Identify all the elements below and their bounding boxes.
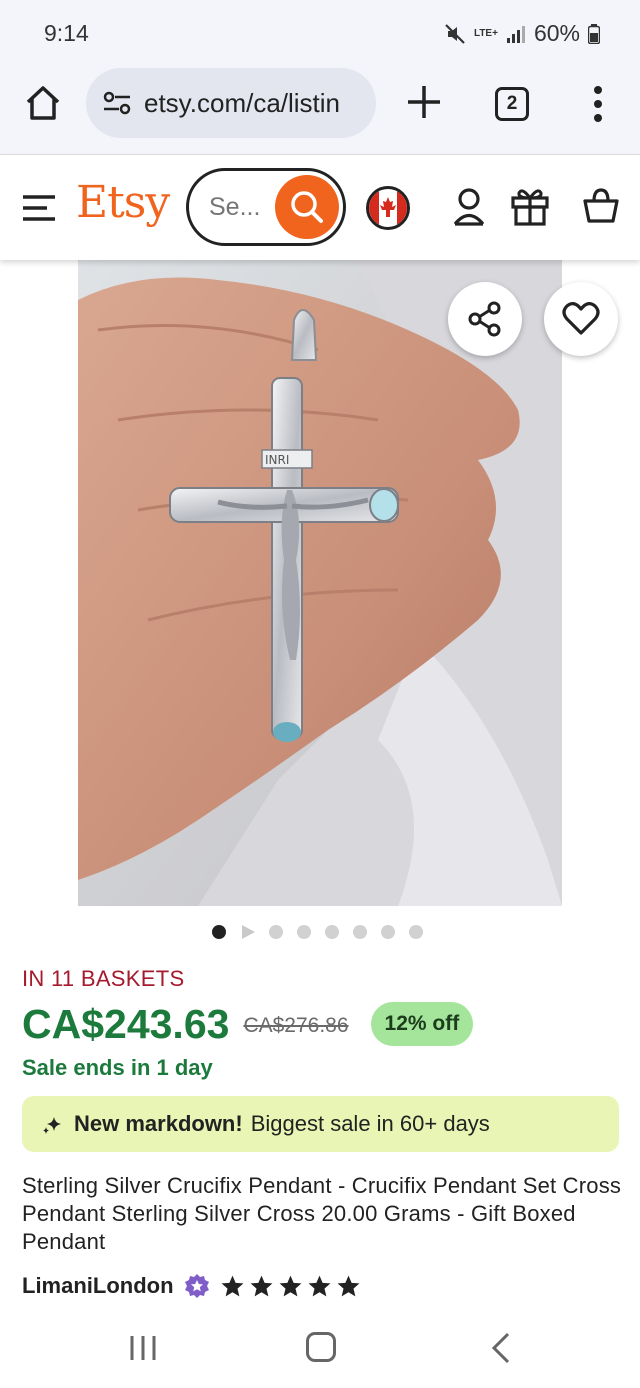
home-icon[interactable] bbox=[22, 82, 64, 124]
product-title: Sterling Silver Crucifix Pendant - Cruci… bbox=[22, 1173, 622, 1254]
gift-icon[interactable] bbox=[510, 185, 550, 227]
product-photo: INRI bbox=[78, 260, 562, 906]
battery-percent: 60% bbox=[533, 20, 580, 46]
search-input[interactable] bbox=[209, 193, 279, 222]
url-text: etsy.com/ca/listin bbox=[144, 87, 341, 118]
heart-icon bbox=[562, 302, 600, 335]
back-icon[interactable] bbox=[490, 1332, 512, 1364]
sale-ends-text: Sale ends in 1 day bbox=[22, 1055, 213, 1080]
etsy-logo[interactable]: Etsy bbox=[76, 177, 170, 228]
status-icons: LTE+ 60% bbox=[444, 20, 600, 47]
star-icon bbox=[221, 1275, 243, 1296]
new-tab-icon[interactable] bbox=[404, 82, 444, 122]
menu-icon[interactable] bbox=[22, 194, 56, 222]
status-bar: 9:14 LTE+ 60% bbox=[0, 0, 640, 66]
star-icon bbox=[250, 1275, 272, 1296]
original-price: CA$276.86 bbox=[243, 1014, 349, 1037]
site-header: Etsy bbox=[0, 154, 640, 260]
product-image[interactable]: INRI bbox=[78, 260, 562, 906]
search-icon bbox=[291, 191, 323, 223]
star-icon bbox=[337, 1275, 359, 1296]
recent-apps-icon[interactable] bbox=[128, 1334, 158, 1362]
shop-row: LimaniLondon bbox=[22, 1270, 361, 1302]
markdown-title: New markdown! bbox=[74, 1111, 243, 1136]
signal-icon bbox=[506, 25, 525, 43]
favorite-button[interactable] bbox=[544, 282, 618, 356]
region-button[interactable] bbox=[366, 186, 410, 230]
share-button[interactable] bbox=[448, 282, 522, 356]
home-nav-icon[interactable] bbox=[306, 1332, 336, 1362]
carousel-dot-6[interactable] bbox=[353, 925, 367, 939]
image-carousel-dots bbox=[212, 922, 423, 942]
discount-badge: 12% off bbox=[370, 1002, 474, 1046]
star-seller-badge-icon bbox=[184, 1274, 209, 1298]
browser-toolbar: etsy.com/ca/listin 2 bbox=[0, 66, 640, 154]
system-nav-bar bbox=[0, 1312, 640, 1388]
inri-label: INRI bbox=[265, 453, 289, 467]
markdown-text: Biggest sale in 60+ days bbox=[250, 1111, 490, 1136]
battery-icon bbox=[588, 23, 600, 44]
rating-stars[interactable] bbox=[220, 1274, 361, 1299]
network-indicator: LTE+ bbox=[473, 27, 498, 39]
star-icon bbox=[279, 1275, 301, 1296]
mute-icon bbox=[445, 23, 465, 44]
address-bar[interactable]: etsy.com/ca/listin bbox=[86, 68, 376, 138]
site-settings-icon[interactable] bbox=[102, 91, 132, 115]
tab-switcher-button[interactable]: 2 bbox=[495, 87, 529, 121]
markdown-banner: New markdown! Biggest sale in 60+ days bbox=[22, 1096, 619, 1152]
star-icon bbox=[308, 1275, 330, 1296]
carousel-dot-3[interactable] bbox=[269, 925, 283, 939]
carousel-dot-4[interactable] bbox=[297, 925, 311, 939]
price-row: CA$243.63 CA$276.86 12% off bbox=[22, 998, 474, 1050]
sale-price: CA$243.63 bbox=[22, 1000, 230, 1047]
baskets-count: IN 11 BASKETS bbox=[22, 966, 185, 991]
carousel-dot-8[interactable] bbox=[409, 925, 423, 939]
shop-name-link[interactable]: LimaniLondon bbox=[22, 1273, 174, 1299]
carousel-dot-5[interactable] bbox=[325, 925, 339, 939]
search-box[interactable] bbox=[186, 168, 346, 246]
account-icon[interactable] bbox=[452, 187, 486, 227]
sparkle-icon bbox=[43, 1117, 61, 1134]
carousel-dot-7[interactable] bbox=[381, 925, 395, 939]
canada-flag-icon bbox=[369, 189, 407, 227]
video-play-icon[interactable] bbox=[242, 925, 255, 939]
status-time: 9:14 bbox=[44, 20, 89, 46]
share-icon bbox=[468, 301, 501, 337]
carousel-dot-1[interactable] bbox=[212, 925, 226, 939]
more-options-icon[interactable] bbox=[588, 84, 608, 124]
cart-icon[interactable] bbox=[582, 187, 620, 225]
search-button[interactable] bbox=[275, 175, 339, 239]
